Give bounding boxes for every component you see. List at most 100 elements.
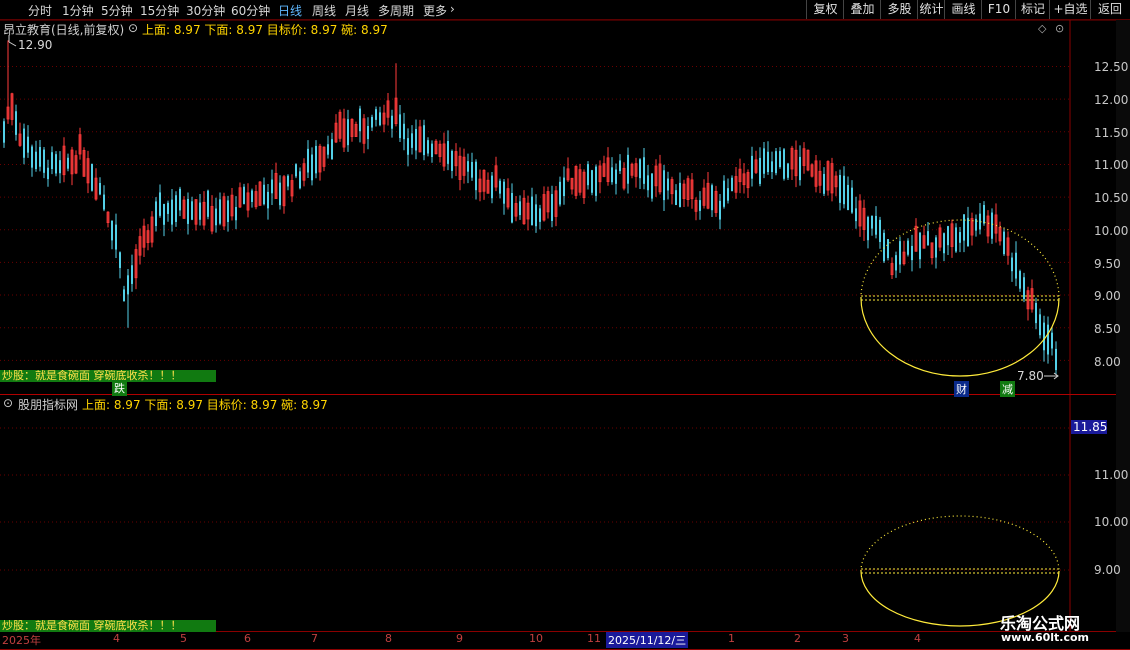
- candle-body: [907, 240, 909, 255]
- candle-body: [871, 215, 873, 229]
- candle-body: [679, 182, 681, 207]
- sub-y-tick: 9.00: [1094, 563, 1121, 577]
- candle-body: [611, 167, 613, 183]
- candle-body: [31, 146, 33, 168]
- candle-body: [503, 181, 505, 204]
- candle-body: [123, 289, 125, 302]
- x-label: 10: [529, 632, 543, 645]
- candle-body: [959, 232, 961, 243]
- candle-body: [279, 182, 281, 206]
- y-tick: 9.00: [1094, 289, 1121, 303]
- candle-body: [711, 185, 713, 211]
- candle-body: [663, 170, 665, 201]
- candle-body: [47, 167, 49, 180]
- candle-body: [167, 202, 169, 214]
- x-label: 8: [385, 632, 392, 645]
- candle-body: [867, 217, 869, 241]
- candle-body: [587, 164, 589, 186]
- candle-body: [27, 136, 29, 153]
- candle-body: [155, 201, 157, 227]
- candle-body: [379, 112, 381, 126]
- candle-body: [675, 190, 677, 205]
- candle-body: [227, 200, 229, 222]
- candle-body: [119, 252, 121, 268]
- sub-bowl-top-arc: [860, 515, 1060, 572]
- x-label: 11: [587, 632, 601, 645]
- y-tick: 10.50: [1094, 191, 1129, 205]
- candle-body: [1035, 302, 1037, 324]
- candle-body: [851, 187, 853, 213]
- candle-body: [39, 147, 41, 167]
- stock-title: 昂立教育(日线,前复权): [3, 23, 125, 37]
- candle-body: [23, 128, 25, 158]
- candle-body: [643, 157, 645, 184]
- candle-body: [647, 175, 649, 191]
- sub-indicator-values: 上面: 8.97 下面: 8.97 目标价: 8.97 碗: 8.97: [82, 398, 328, 412]
- x-label: 5: [180, 632, 187, 645]
- x-label: 4: [113, 632, 120, 645]
- close-icon[interactable]: ⊙: [1055, 22, 1064, 35]
- candle-body: [787, 163, 789, 178]
- settings-dropdown-icon[interactable]: ⊙: [128, 21, 138, 35]
- main-indicator-values: 上面: 8.97 下面: 8.97 目标价: 8.97 碗: 8.97: [142, 23, 388, 37]
- y-tick: 8.50: [1094, 322, 1121, 336]
- candle-body: [535, 204, 537, 227]
- x-label: 9: [456, 632, 463, 645]
- candle-body: [783, 149, 785, 179]
- candle-body: [475, 161, 477, 191]
- candle-body: [935, 237, 937, 258]
- candle-body: [287, 175, 289, 187]
- candle-body: [467, 161, 469, 172]
- candle-body: [207, 190, 209, 217]
- y-tick: 11.50: [1094, 126, 1129, 140]
- candle-body: [427, 140, 429, 154]
- candle-body: [175, 195, 177, 222]
- candle-body: [887, 239, 889, 259]
- diamond-icon[interactable]: ◇: [1038, 22, 1046, 35]
- candle-body: [3, 121, 5, 143]
- candle-body: [823, 173, 825, 194]
- candle-body: [947, 226, 949, 246]
- x-crosshair-date: 2025/11/12/三: [606, 632, 689, 648]
- candle-body: [331, 139, 333, 160]
- sub-highlight-value: 11.85: [1073, 420, 1108, 434]
- candle-body: [847, 184, 849, 210]
- sub-panel-settings-icon[interactable]: ⊙: [3, 396, 13, 410]
- candle-body: [35, 151, 37, 169]
- sub-strategy-banner: 炒股：就是食碗面 穿碗底收杀！！！: [0, 620, 216, 632]
- candle-body: [763, 148, 765, 174]
- candle-body: [719, 200, 721, 220]
- main-bowl-bottom-arc: [860, 297, 1060, 377]
- candle-body: [131, 265, 133, 284]
- candle-body: [51, 152, 53, 170]
- candle-body: [59, 160, 61, 174]
- candle-body: [963, 214, 965, 241]
- candle-body: [563, 177, 565, 197]
- candle-body: [771, 161, 773, 173]
- candle-body: [911, 245, 913, 261]
- y-tick: 9.50: [1094, 257, 1121, 271]
- candle-body: [235, 207, 237, 221]
- candle-body: [367, 126, 369, 140]
- y-tick: 11.00: [1094, 158, 1129, 172]
- candle-body: [615, 169, 617, 184]
- candle-body: [839, 175, 841, 203]
- x-label: 2: [794, 632, 801, 645]
- candle-body: [591, 170, 593, 193]
- candle-body: [491, 175, 493, 199]
- candle-body: [295, 164, 297, 177]
- fall-tag: 跌: [112, 380, 127, 396]
- candle-body: [551, 194, 553, 221]
- candle-body: [927, 231, 929, 246]
- candle-body: [103, 194, 105, 210]
- candle-body: [727, 188, 729, 201]
- candle-body: [759, 157, 761, 184]
- kline-chart[interactable]: [0, 0, 1130, 650]
- candle-body: [451, 150, 453, 171]
- candle-body: [55, 154, 57, 174]
- watermark-url: www.60lt.com: [1001, 631, 1090, 644]
- candle-body: [471, 162, 473, 178]
- candle-body: [411, 133, 413, 148]
- candle-body: [307, 148, 309, 173]
- y-tick: 8.00: [1094, 355, 1121, 369]
